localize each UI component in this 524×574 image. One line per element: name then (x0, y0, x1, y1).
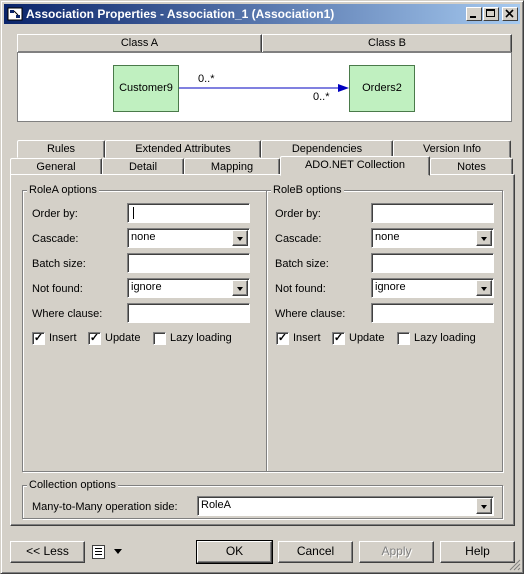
title-bar[interactable]: Association Properties - Association_1 (… (4, 4, 520, 24)
roleb-not-found-value: ignore (375, 281, 406, 293)
chevron-down-icon[interactable] (476, 498, 492, 514)
tab-rules[interactable]: Rules (17, 140, 105, 158)
dialog-window: Association Properties - Association_1 (… (0, 0, 524, 574)
association-link (179, 84, 349, 92)
close-icon (505, 9, 514, 18)
roleb-group-title: RoleB options (271, 184, 344, 196)
chevron-down-icon[interactable] (476, 230, 492, 246)
rolea-cascade-label: Cascade: (32, 233, 79, 245)
multiplicity-b-label: 0..* (313, 91, 330, 103)
rolea-where-clause-input[interactable] (127, 303, 250, 323)
rolea-cascade-value: none (131, 231, 156, 243)
roleb-cascade-select[interactable]: none (371, 228, 494, 248)
rolea-not-found-label: Not found: (32, 283, 83, 295)
list-icon (92, 545, 105, 559)
chevron-down-icon (114, 549, 122, 554)
roleb-not-found-label: Not found: (275, 283, 326, 295)
rolea-lazy-loading-label: Lazy loading (170, 332, 232, 344)
roleb-lazy-loading-checkbox[interactable] (397, 332, 410, 345)
tab-extended-attributes[interactable]: Extended Attributes (105, 140, 261, 158)
maximize-button[interactable] (483, 7, 499, 21)
tab-panel: RoleA options Order by: Cascade: none Ba… (10, 174, 515, 526)
less-button[interactable]: << Less (10, 541, 85, 563)
chevron-down-icon[interactable] (232, 230, 248, 246)
roleb-order-by-input[interactable] (371, 203, 494, 223)
rolea-group-title: RoleA options (27, 184, 99, 196)
minimize-icon (470, 16, 476, 18)
class-header-row: Class A Class B (17, 34, 512, 53)
roleb-cascade-label: Cascade: (275, 233, 322, 245)
roleb-where-clause-input[interactable] (371, 303, 494, 323)
class-a-header: Class A (17, 34, 262, 53)
resize-grip-icon[interactable] (509, 559, 521, 571)
rolea-batch-size-input[interactable] (127, 253, 250, 273)
rolea-not-found-value: ignore (131, 281, 162, 293)
ok-button[interactable]: OK (196, 540, 273, 564)
many-to-many-select[interactable]: RoleA (197, 496, 494, 516)
rolea-batch-size-label: Batch size: (32, 258, 86, 270)
tab-ado-net-collection[interactable]: ADO.NET Collection (280, 156, 430, 176)
roleb-order-by-label: Order by: (275, 208, 321, 220)
roleb-batch-size-input[interactable] (371, 253, 494, 273)
collection-options-title: Collection options (27, 479, 118, 491)
rolea-cascade-select[interactable]: none (127, 228, 250, 248)
rolea-not-found-select[interactable]: ignore (127, 278, 250, 298)
roleb-insert-checkbox[interactable]: ✓ (276, 332, 289, 345)
rolea-where-clause-label: Where clause: (32, 308, 103, 320)
roleb-lazy-loading-label: Lazy loading (414, 332, 476, 344)
list-menu-button[interactable] (91, 542, 127, 562)
roleb-batch-size-label: Batch size: (275, 258, 329, 270)
multiplicity-a-label: 0..* (198, 73, 215, 85)
roleb-where-clause-label: Where clause: (275, 308, 346, 320)
roleb-not-found-select[interactable]: ignore (371, 278, 494, 298)
maximize-icon (486, 9, 495, 17)
apply-button[interactable]: Apply (359, 541, 434, 563)
help-button[interactable]: Help (440, 541, 515, 563)
rolea-order-by-input[interactable] (127, 203, 250, 223)
roleb-update-checkbox[interactable]: ✓ (332, 332, 345, 345)
association-diagram: Customer9 Orders2 0..* 0..* (17, 52, 512, 122)
close-button[interactable] (502, 7, 518, 21)
rolea-order-by-label: Order by: (32, 208, 78, 220)
rolea-insert-label: Insert (49, 332, 77, 344)
text-caret (133, 207, 134, 219)
rolea-update-checkbox[interactable]: ✓ (88, 332, 101, 345)
many-to-many-value: RoleA (201, 499, 231, 511)
many-to-many-label: Many-to-Many operation side: (32, 501, 178, 513)
class-b-header: Class B (262, 34, 512, 53)
roleb-cascade-value: none (375, 231, 400, 243)
chevron-down-icon[interactable] (476, 280, 492, 296)
rolea-lazy-loading-checkbox[interactable] (153, 332, 166, 345)
rolea-insert-checkbox[interactable]: ✓ (32, 332, 45, 345)
minimize-button[interactable] (466, 7, 482, 21)
roleb-update-label: Update (349, 332, 385, 344)
rolea-update-label: Update (105, 332, 141, 344)
window-app-icon (7, 7, 23, 21)
roleb-insert-label: Insert (293, 332, 321, 344)
chevron-down-icon[interactable] (232, 280, 248, 296)
cancel-button[interactable]: Cancel (278, 541, 353, 563)
window-title: Association Properties - Association_1 (… (26, 7, 335, 21)
